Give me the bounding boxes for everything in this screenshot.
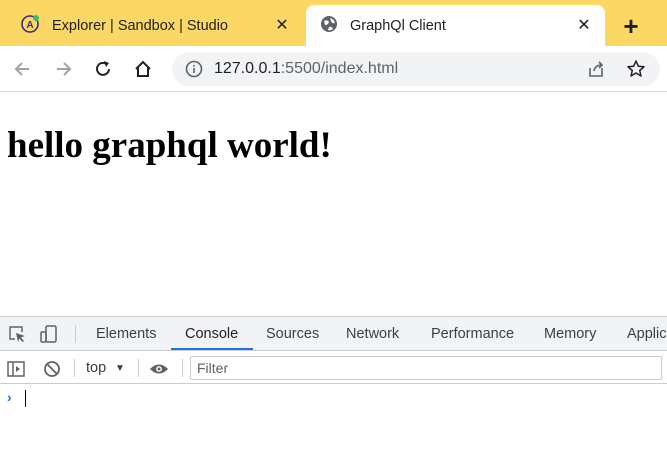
sidebar-toggle-icon[interactable] [6,359,26,379]
apollo-icon: A [20,14,40,38]
page-heading: hello graphql world! [7,125,332,166]
tab-explorer[interactable]: A Explorer | Sandbox | Studio ✕ [8,5,303,46]
clear-console-icon[interactable] [42,359,62,379]
back-arrow-icon[interactable] [10,56,36,82]
svg-text:A: A [26,20,33,31]
url-text[interactable]: 127.0.0.1:5500/index.html [214,60,398,78]
dropdown-arrow-icon[interactable]: ▼ [115,363,125,374]
tab-application[interactable]: Applic [627,326,667,342]
inspect-element-icon[interactable] [6,323,28,345]
globe-icon [320,15,338,37]
forward-arrow-icon[interactable] [50,56,76,82]
context-selector[interactable]: top [86,360,106,376]
eye-icon[interactable] [149,359,169,379]
tab-graphql-client[interactable]: GraphQl Client ✕ [306,5,605,46]
active-tab-indicator [171,348,253,350]
device-toolbar-icon[interactable] [38,323,60,345]
console-toolbar: top ▼ [0,352,667,384]
info-icon[interactable] [184,59,204,79]
tab-network[interactable]: Network [346,326,399,342]
toolbar-divider [75,325,76,343]
url-host: 127.0.0.1 [214,60,281,77]
home-icon[interactable] [130,56,156,82]
browser-toolbar: 127.0.0.1:5500/index.html [0,46,667,92]
console-input-caret[interactable] [25,390,26,407]
bookmark-star-icon[interactable] [626,59,646,79]
toolbar-divider [74,359,75,377]
new-tab-button[interactable]: + [612,8,650,44]
tab-elements[interactable]: Elements [96,326,156,342]
devtools-tabbar: Elements Console Sources Network Perform… [0,317,667,351]
reload-icon[interactable] [90,56,116,82]
tab-title: GraphQl Client [350,17,446,34]
close-icon[interactable]: ✕ [271,14,293,36]
address-bar[interactable]: 127.0.0.1:5500/index.html [172,52,660,86]
devtools-panel: Elements Console Sources Network Perform… [0,316,667,464]
tab-performance[interactable]: Performance [431,326,514,342]
filter-input[interactable] [190,356,662,380]
url-path: :5500/index.html [280,60,399,77]
tab-sources[interactable]: Sources [266,326,319,342]
share-icon[interactable] [586,59,606,79]
toolbar-divider [138,359,139,377]
toolbar-divider [182,359,183,377]
tab-strip: A Explorer | Sandbox | Studio ✕ GraphQl … [0,0,667,46]
close-icon[interactable]: ✕ [573,14,595,36]
console-prompt-icon: › [7,389,12,405]
tab-memory[interactable]: Memory [544,326,596,342]
tab-title: Explorer | Sandbox | Studio [52,17,228,34]
tab-console[interactable]: Console [185,326,238,342]
